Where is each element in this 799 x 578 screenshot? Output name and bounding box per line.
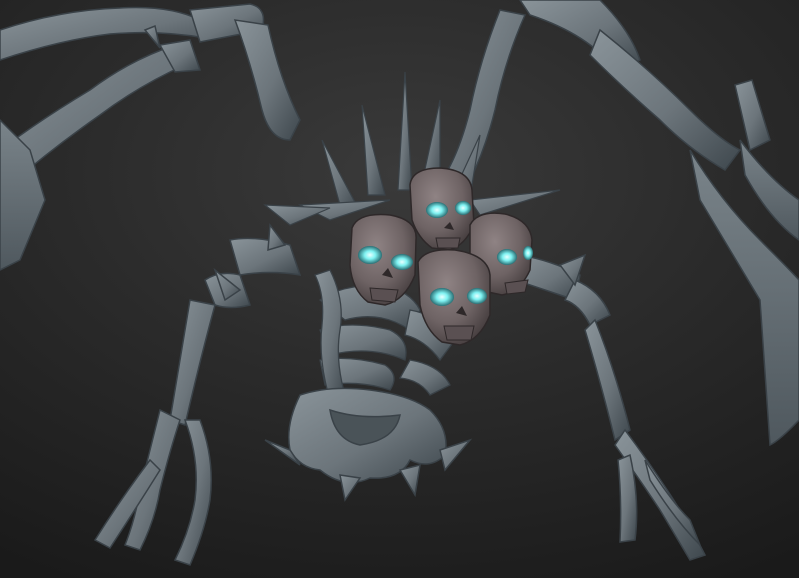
left-arm	[93, 222, 302, 566]
eye-glow-icon	[467, 288, 487, 304]
render-viewport	[0, 0, 799, 578]
eye-glow-icon	[430, 288, 454, 306]
left-wing	[0, 3, 301, 271]
eye-glow-icon	[391, 254, 413, 270]
pelvis-base	[264, 387, 473, 502]
skull-top	[409, 167, 475, 251]
eye-glow-icon	[426, 202, 448, 218]
creature-render	[0, 0, 799, 566]
eye-glow-icon	[455, 201, 471, 215]
eye-glow-icon	[523, 246, 533, 260]
eye-glow-icon	[358, 246, 382, 264]
eye-glow-icon	[497, 249, 517, 265]
right-arm	[514, 253, 707, 561]
skull-left	[349, 213, 417, 306]
